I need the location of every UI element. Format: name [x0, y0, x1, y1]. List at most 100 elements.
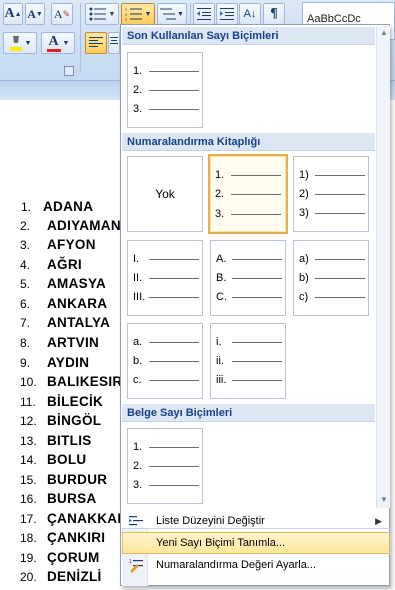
tile-label: i. [216, 336, 222, 348]
align-center-button[interactable] [108, 32, 120, 54]
sort-button[interactable]: A↓ [239, 3, 261, 25]
align-center-icon [110, 37, 118, 44]
numbering-format-tile[interactable]: 1. 2. 3. [127, 52, 203, 128]
tile-label: b) [299, 272, 309, 284]
list-text: AĞRI [47, 257, 82, 272]
chevron-down-icon: ▼ [108, 10, 116, 18]
align-left-button[interactable] [85, 32, 107, 54]
tile-label: 3) [299, 207, 309, 219]
grow-font-button[interactable]: A ▲ [3, 3, 23, 25]
gallery-scrollbar[interactable]: ▲ ▼ [376, 26, 390, 508]
tile-label: 3. [133, 479, 143, 491]
list-text: ADIYAMAN [47, 218, 121, 233]
tile-label: B. [216, 272, 227, 284]
document-formats-header: Belge Sayı Biçimleri [122, 404, 375, 422]
list-number: 5. [20, 276, 31, 291]
change-list-level-menu-item[interactable]: Liste Düzeyini Değiştir ▶ [122, 510, 390, 532]
tile-label: 3. [215, 208, 225, 220]
list-item: 1. ADANA [21, 197, 93, 216]
numbering-format-tile[interactable]: 1) 2) 3) [293, 156, 369, 232]
numbering-gallery-dropdown: Son Kullanılan Sayı Biçimleri 1. 2. 3. N… [120, 24, 390, 586]
list-item: 19. ÇORUM [20, 548, 100, 567]
list-item: 4. AĞRI [20, 255, 82, 274]
tile-label: 3. [133, 103, 143, 115]
list-text: ÇORUM [47, 550, 100, 565]
tile-label: 1. [133, 65, 143, 77]
decrease-indent-button[interactable] [193, 3, 215, 25]
numbering-format-tile[interactable]: a) b) c) [293, 240, 369, 316]
list-number: 2. [20, 218, 31, 233]
tile-label: 2. [133, 84, 143, 96]
tile-label: b. [133, 355, 143, 367]
numbering-button[interactable]: 1 2 3 ▼ [121, 3, 155, 25]
clear-format-icon: A [53, 6, 63, 21]
list-item: 13. BITLIS [20, 431, 92, 450]
tile-label: c) [299, 291, 309, 303]
numbering-format-tile[interactable]: 1. 2. 3. [127, 428, 203, 504]
chevron-down-icon: ▼ [144, 10, 152, 18]
font-color-icon: A [46, 34, 61, 52]
list-text: BURSA [47, 491, 97, 506]
menu-item-label: Liste Düzeyini Değiştir [156, 515, 265, 527]
list-item: 12. BİNGÖL [20, 411, 101, 430]
set-numbering-value-menu-item[interactable]: 1 Numaralandırma Değeri Ayarla... [122, 554, 390, 576]
list-text: BOLU [47, 452, 87, 467]
chevron-down-icon: ▼ [177, 10, 184, 18]
list-number: 4. [20, 257, 31, 272]
list-level-icon [129, 516, 143, 526]
align-left-icon [89, 37, 103, 47]
numbering-library-header: Numaralandırma Kitaplığı [122, 133, 375, 151]
list-number: 9. [20, 355, 31, 370]
numbering-none-tile[interactable]: Yok [127, 156, 203, 232]
shrink-font-button[interactable]: A ▼ [25, 3, 45, 25]
multilevel-list-button[interactable]: ▼ [157, 3, 187, 25]
highlighter-icon [9, 36, 22, 51]
tile-label: 2. [133, 460, 143, 472]
list-number: 10. [20, 374, 37, 389]
increase-indent-button[interactable] [216, 3, 238, 25]
numbering-format-tile[interactable]: i. ii. iii. [210, 323, 286, 399]
tile-label: 2) [299, 188, 309, 200]
numbering-format-tile[interactable]: I. II. III. [127, 240, 203, 316]
bullets-button[interactable]: ▼ [85, 3, 119, 25]
list-number: 13. [20, 433, 37, 448]
list-number: 11. [20, 394, 36, 409]
list-number: 20. [20, 569, 37, 584]
increase-indent-icon [220, 8, 234, 20]
menu-item-label: Numaralandırma Değeri Ayarla... [156, 559, 316, 571]
list-number: 19. [20, 550, 37, 565]
decrease-indent-icon [197, 8, 211, 20]
numbering-format-tile-selected[interactable]: 1. 2. 3. [208, 154, 288, 234]
clear-formatting-button[interactable]: A ✎ [51, 3, 73, 25]
tile-label: c. [133, 374, 142, 386]
tile-label: A. [216, 253, 227, 265]
list-text: BİLECİK [47, 394, 104, 409]
scroll-down-icon[interactable]: ▼ [379, 495, 389, 505]
list-item: 10. BALIKESIR [20, 372, 122, 391]
recent-formats-header: Son Kullanılan Sayı Biçimleri [122, 27, 375, 45]
svg-text:1: 1 [129, 559, 132, 565]
font-color-button[interactable]: A ▼ [41, 32, 75, 54]
scroll-up-icon[interactable]: ▲ [379, 28, 389, 38]
highlight-button[interactable]: ▼ [3, 32, 37, 54]
chevron-down-icon: ▼ [24, 39, 32, 47]
numbering-format-tile[interactable]: a. b. c. [127, 323, 203, 399]
list-text: ANTALYA [47, 315, 111, 330]
list-number: 3. [20, 237, 31, 252]
list-text: AYDIN [47, 355, 90, 370]
font-dialog-launcher-icon[interactable] [64, 66, 74, 76]
define-new-number-format-menu-item[interactable]: Yeni Sayı Biçimi Tanımla... [122, 532, 390, 554]
tile-label: III. [133, 291, 146, 303]
numbering-format-tile[interactable]: A. B. C. [210, 240, 286, 316]
grow-font-icon: A [4, 6, 15, 21]
chevron-right-icon: ▶ [375, 515, 382, 526]
sort-icon: A↓ [243, 8, 257, 20]
show-formatting-button[interactable]: ¶ [263, 3, 285, 25]
list-text: BURDUR [47, 472, 108, 487]
list-number: 12. [20, 413, 37, 428]
list-number: 7. [20, 315, 31, 330]
list-number: 14. [20, 452, 37, 467]
list-number: 8. [20, 335, 31, 350]
tile-label: 2. [215, 188, 225, 200]
list-item: 14. BOLU [20, 450, 86, 469]
